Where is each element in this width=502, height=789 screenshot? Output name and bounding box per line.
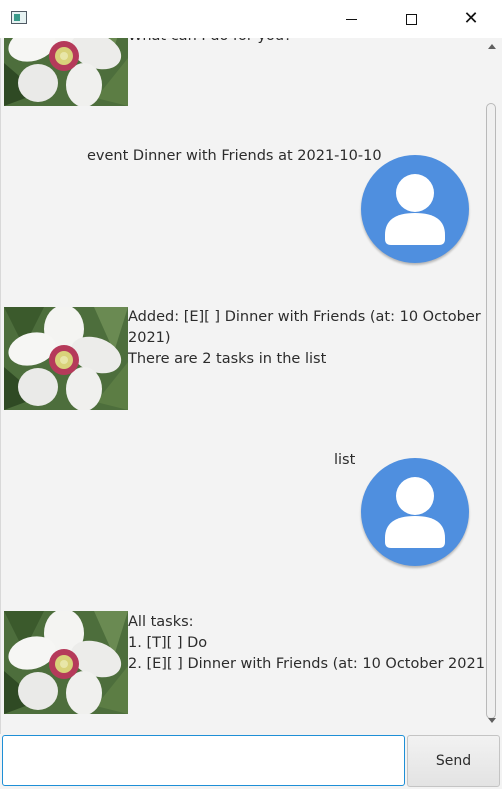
bot-message-text: All tasks: 1. [T][ ] Do 2. [E][ ] Dinner… xyxy=(128,614,491,672)
maximize-icon xyxy=(405,13,417,25)
send-button[interactable]: Send xyxy=(407,735,500,787)
close-icon: ✕ xyxy=(463,8,479,29)
scroll-up-arrow-icon[interactable] xyxy=(488,44,496,49)
user-avatar-icon xyxy=(361,458,469,566)
message-input[interactable] xyxy=(2,735,405,786)
user-avatar-icon xyxy=(361,155,469,263)
chat-scroll-pane[interactable]: What can I do for you? event Dinner with… xyxy=(0,38,502,734)
bot-message-text: Added: [E][ ] Dinner with Friends (at: 1… xyxy=(128,309,481,367)
bot-flower-avatar xyxy=(4,38,128,106)
minimize-icon xyxy=(345,18,357,20)
bot-message-text: What can I do for you? xyxy=(128,38,292,47)
scroll-down-arrow-icon[interactable] xyxy=(488,718,496,723)
app-window-icon xyxy=(11,11,27,24)
scrollbar-thumb[interactable] xyxy=(486,103,496,719)
user-message-text: event Dinner with Friends at 2021-10-10 xyxy=(87,148,382,164)
bot-flower-avatar xyxy=(4,611,128,714)
title-bar: ✕ xyxy=(0,0,502,38)
vertical-scrollbar[interactable] xyxy=(485,38,500,734)
input-bar: Send xyxy=(0,734,502,789)
close-button[interactable]: ✕ xyxy=(448,0,494,38)
user-message-text: list xyxy=(334,452,356,468)
bot-flower-avatar xyxy=(4,307,128,410)
minimize-button[interactable] xyxy=(328,0,374,38)
maximize-button[interactable] xyxy=(388,0,434,38)
